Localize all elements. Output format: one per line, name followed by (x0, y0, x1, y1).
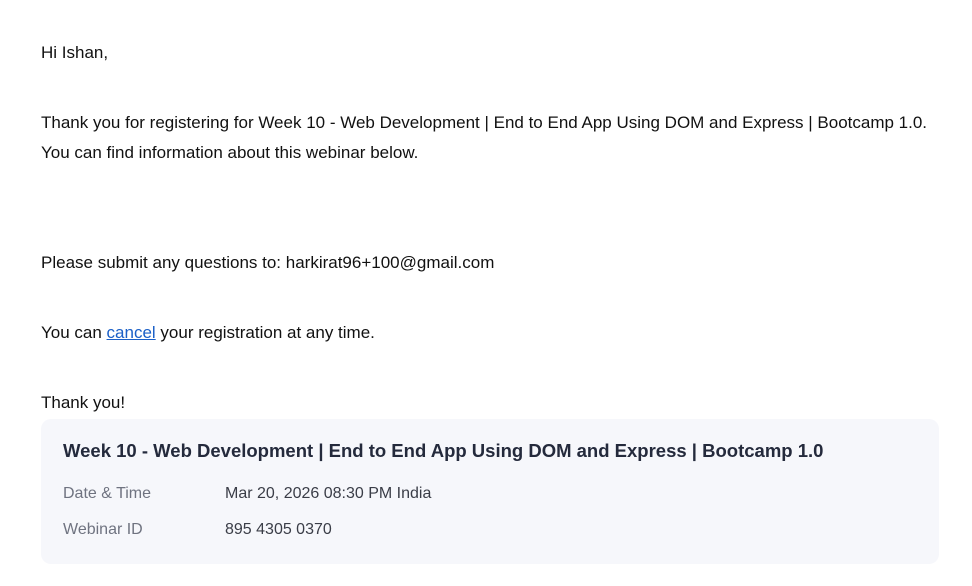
intro-paragraph: Thank you for registering for Week 10 - … (41, 113, 928, 162)
cancel-sentence: You can cancel your registration at any … (41, 318, 375, 348)
questions-text: Please submit any questions to: harkirat… (41, 253, 495, 272)
cancel-suffix: your registration at any time. (155, 323, 375, 342)
cancel-prefix: You can (41, 323, 107, 342)
closing-text: Thank you! (41, 393, 126, 412)
greeting-text: Hi Ishan, (41, 43, 109, 62)
webinar-info-card: Week 10 - Web Development | End to End A… (41, 419, 939, 564)
cancel-link[interactable]: cancel (107, 323, 156, 342)
webinar-id-label: Webinar ID (63, 521, 143, 538)
date-time-value: Mar 20, 2026 08:30 PM India (225, 485, 432, 502)
webinar-id-value: 895 4305 0370 (225, 521, 332, 538)
date-time-label: Date & Time (63, 485, 152, 502)
webinar-title: Week 10 - Web Development | End to End A… (63, 440, 824, 461)
